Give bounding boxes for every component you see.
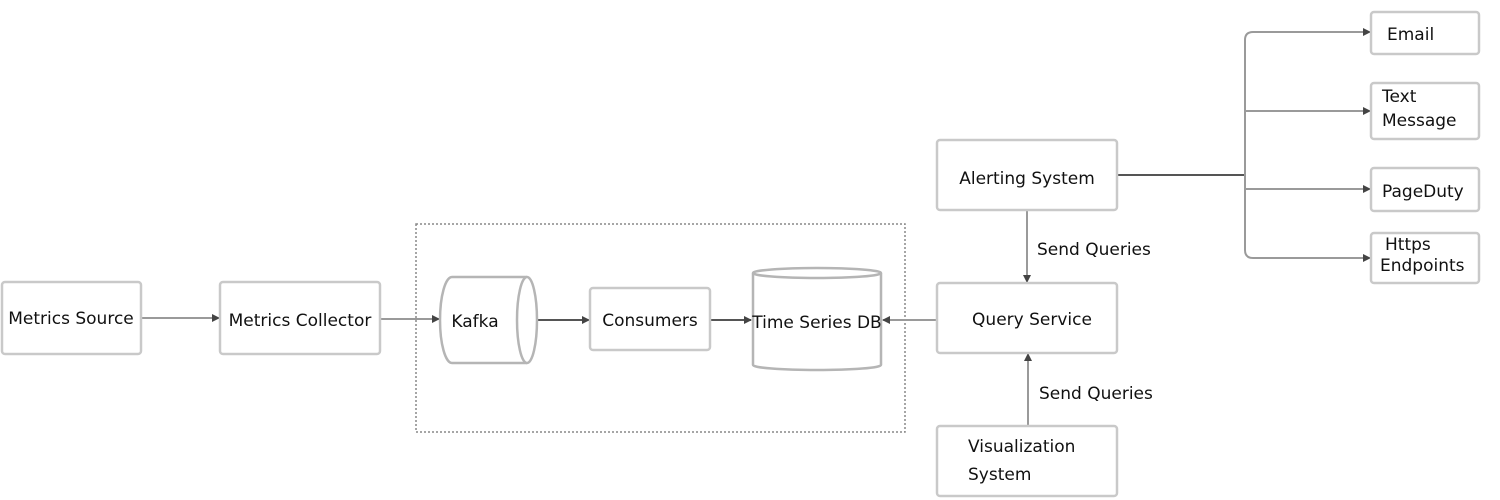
- node-kafka[interactable]: Kafka: [438, 275, 539, 365]
- node-label-line: System: [968, 465, 1031, 485]
- node-label: Time Series DB: [751, 313, 881, 333]
- node-visualization-system[interactable]: Visualization System: [935, 424, 1119, 498]
- node-email[interactable]: Email: [1369, 10, 1481, 56]
- node-alerting-system[interactable]: Alerting System: [935, 138, 1119, 212]
- node-text-message[interactable]: Text Message: [1369, 81, 1481, 141]
- architecture-diagram: Send Queries Send Queries Metrics Source…: [0, 10, 1481, 498]
- node-label: Consumers: [602, 311, 698, 331]
- node-label: Metrics Collector: [229, 311, 372, 331]
- edge-label-alerting-query: Send Queries: [1037, 240, 1151, 260]
- node-label-line: Text: [1381, 87, 1417, 107]
- node-label-line: Visualization: [968, 437, 1075, 457]
- node-https-endpoints[interactable]: Https Endpoints: [1369, 231, 1481, 285]
- node-label-line: Https: [1385, 235, 1431, 255]
- node-label: Email: [1387, 25, 1434, 45]
- node-label: Alerting System: [959, 169, 1095, 189]
- node-label: Query Service: [972, 310, 1092, 330]
- node-label: Kafka: [451, 312, 498, 332]
- node-time-series-db[interactable]: Time Series DB: [751, 266, 883, 372]
- node-metrics-collector[interactable]: Metrics Collector: [218, 280, 382, 356]
- node-label-line: Endpoints: [1380, 256, 1465, 276]
- edge-label-visualization-query: Send Queries: [1039, 384, 1153, 404]
- node-metrics-source[interactable]: Metrics Source: [0, 280, 143, 356]
- node-pageduty[interactable]: PageDuty: [1369, 166, 1481, 213]
- node-label: PageDuty: [1382, 182, 1464, 202]
- node-query-service[interactable]: Query Service: [935, 281, 1119, 355]
- node-consumers[interactable]: Consumers: [588, 286, 712, 352]
- node-label-line: Message: [1382, 111, 1457, 131]
- edge-branch-trunk: [1244, 31, 1254, 259]
- node-label: Metrics Source: [8, 309, 134, 329]
